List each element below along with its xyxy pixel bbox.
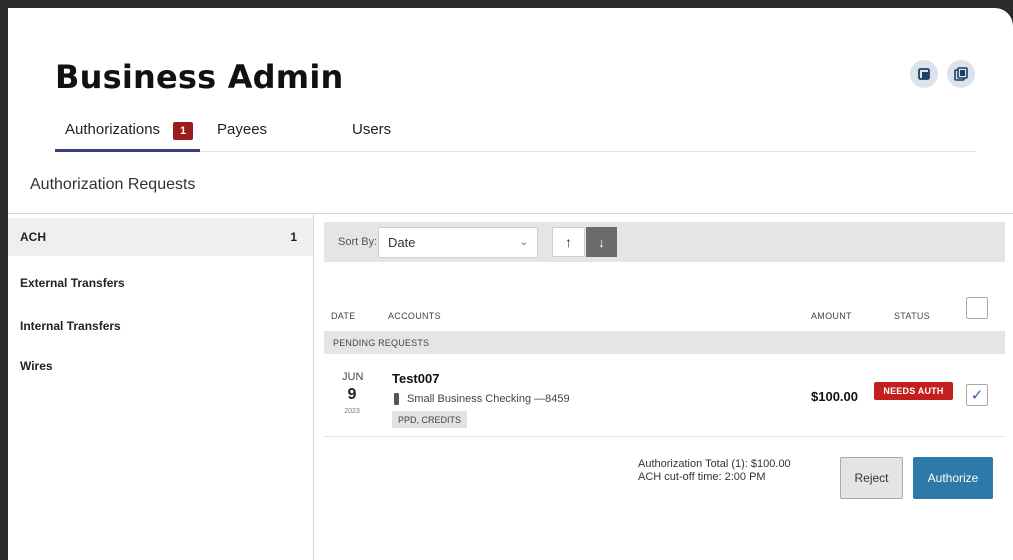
sidebar-item-external-transfers[interactable]: External Transfers <box>8 264 313 302</box>
page-title: Business Admin <box>55 58 344 96</box>
sidebar-item-internal-transfers[interactable]: Internal Transfers <box>8 307 313 345</box>
column-header-amount[interactable]: AMOUNT <box>811 311 852 321</box>
copy-icon[interactable] <box>947 60 975 88</box>
export-icon[interactable] <box>910 60 938 88</box>
business-admin-panel: Business Admin Authorizations 1 Payees U… <box>8 8 1013 560</box>
sort-ascending-button[interactable]: ↑ <box>552 227 585 257</box>
request-amount: $100.00 <box>811 389 858 404</box>
sidebar-item-ach[interactable]: ACH 1 <box>8 218 313 256</box>
authorizations-count-badge: 1 <box>173 122 193 140</box>
cutoff-time: ACH cut-off time: 2:00 PM <box>638 471 766 483</box>
checkmark-icon: ✓ <box>970 387 984 404</box>
authorization-summary: Authorization Total (1): $100.00 ACH cut… <box>638 458 791 484</box>
authorization-total: Authorization Total (1): $100.00 <box>638 458 791 470</box>
tab-authorizations[interactable]: Authorizations <box>65 121 160 138</box>
reject-button[interactable]: Reject <box>840 457 903 499</box>
column-header-date[interactable]: DATE <box>331 311 356 321</box>
pending-requests-header: PENDING REQUESTS <box>324 331 1005 354</box>
sort-toolbar: Sort By: Date ⌄ ↑ ↓ <box>324 222 1005 262</box>
account-icon <box>394 393 399 405</box>
request-year: 2023 <box>344 408 360 415</box>
column-header-status[interactable]: STATUS <box>894 311 930 321</box>
sidebar: ACH 1 External Transfers Internal Transf… <box>8 214 314 560</box>
request-month: JUN <box>342 371 364 383</box>
section-title: Authorization Requests <box>30 176 196 193</box>
request-day: 9 <box>347 386 357 403</box>
tab-users[interactable]: Users <box>352 121 391 138</box>
row-divider <box>324 436 1005 437</box>
sort-select[interactable]: Date ⌄ <box>378 227 538 258</box>
sort-descending-button[interactable]: ↓ <box>586 227 617 257</box>
status-badge: NEEDS AUTH <box>874 382 953 400</box>
sort-select-value: Date <box>388 235 416 250</box>
sidebar-item-label: External Transfers <box>20 276 125 290</box>
request-type-tag: PPD, CREDITS <box>392 411 468 428</box>
active-tab-indicator <box>55 149 200 152</box>
request-name: Test007 <box>392 371 440 386</box>
tab-payees[interactable]: Payees <box>217 121 267 138</box>
select-all-checkbox[interactable] <box>966 297 988 319</box>
sidebar-item-label: Wires <box>20 359 53 373</box>
sidebar-item-label: Internal Transfers <box>20 319 121 333</box>
request-account: Small Business Checking —8459 <box>407 393 570 405</box>
sidebar-item-wires[interactable]: Wires <box>8 347 313 385</box>
row-checkbox[interactable]: ✓ <box>966 384 988 406</box>
authorize-button[interactable]: Authorize <box>913 457 993 499</box>
sidebar-item-label: ACH <box>20 230 46 244</box>
sidebar-item-count: 1 <box>290 230 297 244</box>
sort-label: Sort By: <box>338 236 378 248</box>
chevron-down-icon: ⌄ <box>519 237 528 248</box>
column-header-accounts[interactable]: ACCOUNTS <box>388 311 441 321</box>
